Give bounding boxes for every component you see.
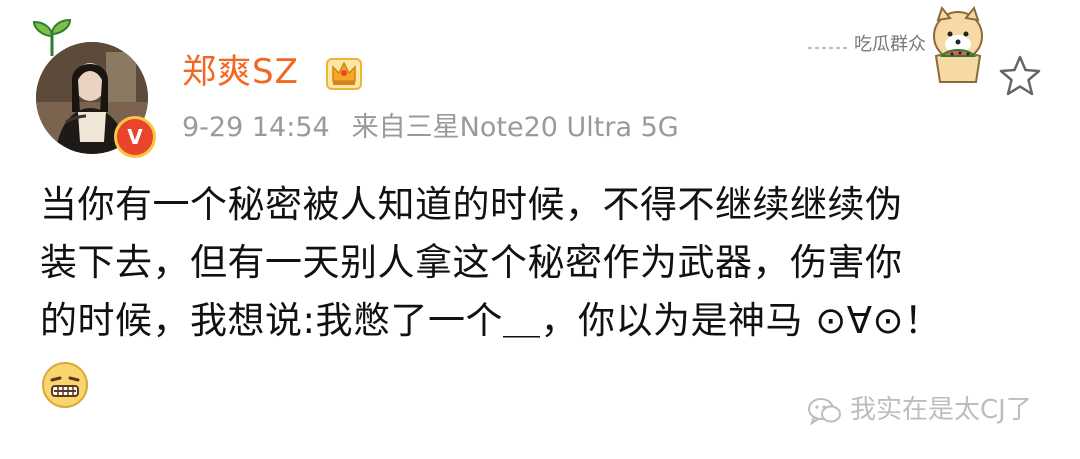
avatar-block[interactable]: V (28, 18, 158, 158)
weibo-post: V 郑爽SZ 9-29 14:54 来自三星Note20 Ultra 5G 吃瓜群… (0, 0, 1080, 459)
post-meta: 9-29 14:54 来自三星Note20 Ultra 5G (182, 110, 679, 146)
username[interactable]: 郑爽SZ (182, 52, 299, 92)
decorative-sticker: 吃瓜群众 (808, 4, 998, 88)
content-line: 的时候，我想说:我憋了一个＿，你以为是神马 ⊙∀⊙！ (40, 299, 942, 342)
watermark-text: 我实在是太CJ了 (850, 395, 1032, 425)
content-line: 当你有一个秘密被人知道的时候，不得不继续继续伪 (40, 183, 903, 226)
post-source: 来自三星Note20 Ultra 5G (351, 112, 679, 143)
verified-v-badge-icon: V (114, 116, 156, 158)
member-crown-badge-icon[interactable] (325, 53, 363, 91)
post-timestamp: 9-29 14:54 (182, 112, 330, 143)
sticker-text: 吃瓜群众 (854, 34, 926, 55)
zipped-mouth-emoji-icon (42, 362, 88, 408)
content-line: 装下去，但有一天别人拿这个秘密作为武器，伤害你 (40, 241, 903, 284)
wechat-icon (808, 398, 841, 425)
post-content: 当你有一个秘密被人知道的时候，不得不继续继续伪 装下去，但有一天别人拿这个秘密作… (40, 176, 1050, 350)
star-outline-icon[interactable] (998, 54, 1042, 98)
